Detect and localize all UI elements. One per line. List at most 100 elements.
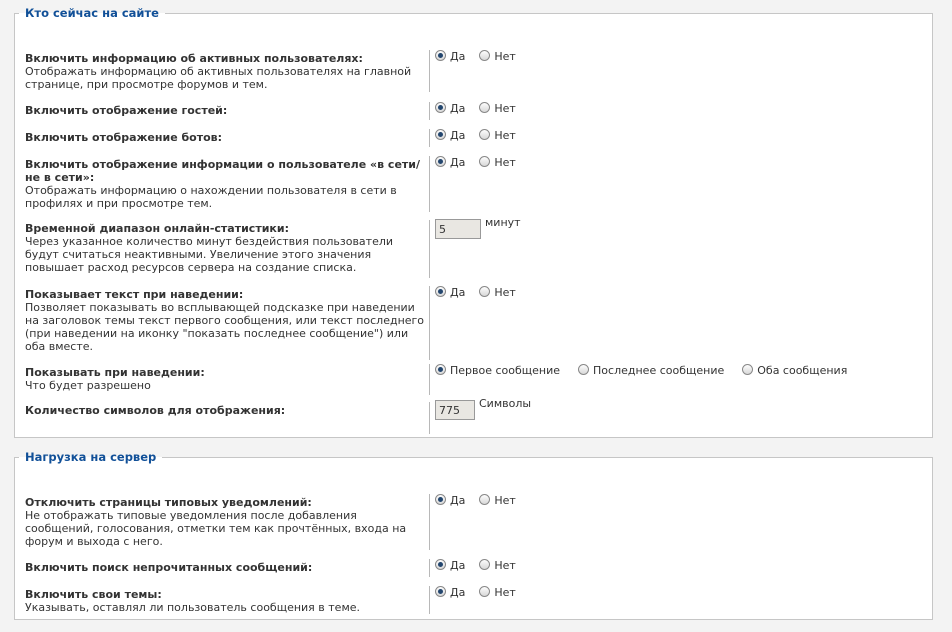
setting-help-text: Не отображать типовые уведомления после … [25, 509, 407, 548]
radio-button[interactable] [435, 494, 446, 505]
radio-option[interactable]: Нет [479, 286, 516, 300]
setting-description: Показывать при наведении: Что будет разре… [25, 366, 425, 392]
radio-button[interactable] [435, 156, 446, 167]
radio-option[interactable]: Да [435, 286, 465, 300]
setting-control: Да Нет [435, 156, 530, 170]
radio-button[interactable] [578, 364, 590, 375]
radio-button[interactable] [435, 586, 446, 597]
radio-option[interactable]: Нет [479, 129, 516, 143]
radio-button[interactable] [479, 50, 491, 61]
radio-option[interactable]: Нет [479, 494, 516, 508]
setting-label: Включить свои темы: [25, 588, 162, 601]
settings-panel: Нагрузка на сервер Отключить страницы тип… [14, 450, 933, 620]
radio-button[interactable] [479, 129, 491, 140]
setting-description: Включить свои темы: Указывать, оставлял л… [25, 588, 425, 614]
setting-description: Количество символов для отображения: [25, 404, 425, 417]
setting-label: Показывает текст при наведении: [25, 288, 244, 301]
radio-option[interactable]: Оба сообщения [742, 364, 847, 378]
radio-button[interactable] [435, 129, 446, 140]
radio-option[interactable]: Нет [479, 102, 516, 116]
panel-title: Кто сейчас на сайте [25, 6, 159, 20]
setting-description: Показывает текст при наведении: Позволяет… [25, 288, 425, 353]
setting-description: Включить отображение гостей: [25, 104, 425, 117]
column-divider [429, 50, 430, 92]
panel-title: Нагрузка на сервер [25, 450, 157, 464]
setting-description: Включить информацию об активных пользова… [25, 52, 425, 91]
radio-option[interactable]: Нет [479, 559, 516, 573]
radio-option[interactable]: Да [435, 156, 465, 170]
radio-option[interactable]: Да [435, 586, 465, 600]
setting-control: 775 Символы [435, 397, 532, 420]
radio-button[interactable] [742, 364, 754, 375]
setting-label: Включить поиск непрочитанных сообщений: [25, 561, 313, 574]
radio-label: Да [450, 50, 466, 63]
setting-control: Да Нет [435, 494, 530, 508]
radio-option[interactable]: Нет [479, 586, 516, 600]
radio-button[interactable] [479, 286, 491, 297]
radio-label: Нет [494, 50, 516, 63]
column-divider [429, 220, 430, 278]
radio-button[interactable] [435, 102, 446, 113]
setting-label: Временной диапазон онлайн-статистики: [25, 222, 289, 235]
column-divider [429, 129, 430, 147]
setting-help-text: Через указанное количество минут бездейс… [25, 235, 394, 274]
setting-control: Да Нет [435, 102, 530, 116]
radio-button[interactable] [479, 494, 491, 505]
radio-button[interactable] [479, 559, 491, 570]
setting-description: Временной диапазон онлайн-статистики: Чер… [25, 222, 425, 274]
radio-option[interactable]: Последнее сообщение [578, 364, 724, 378]
setting-control: Да Нет [435, 50, 530, 64]
radio-button[interactable] [435, 50, 446, 61]
radio-label: Последнее сообщение [593, 364, 725, 377]
setting-description: Включить отображение ботов: [25, 131, 425, 144]
setting-control: Да Нет [435, 286, 530, 300]
setting-control: 5 минут [435, 216, 521, 239]
unit-label: Символы [479, 397, 532, 410]
radio-option[interactable]: Нет [479, 156, 516, 170]
radio-option[interactable]: Нет [479, 50, 516, 64]
column-divider [429, 494, 430, 550]
radio-label: Оба сообщения [757, 364, 848, 377]
setting-help-text: Что будет разрешено [25, 379, 151, 392]
setting-description: Включить отображение информации о пользо… [25, 158, 425, 210]
radio-button[interactable] [479, 586, 491, 597]
setting-label: Отключить страницы типовых уведомлений: [25, 496, 312, 509]
radio-option[interactable]: Первое сообщение [435, 364, 560, 378]
radio-button[interactable] [435, 559, 446, 570]
radio-option[interactable]: Да [435, 494, 465, 508]
radio-button[interactable] [435, 286, 446, 297]
radio-option[interactable]: Да [435, 559, 465, 573]
radio-label: Да [450, 559, 466, 572]
radio-option[interactable]: Да [435, 129, 465, 143]
radio-label: Да [450, 102, 466, 115]
setting-label: Включить отображение информации о пользо… [25, 158, 421, 184]
radio-option[interactable]: Да [435, 50, 465, 64]
setting-help-text: Отображать информацию о нахождении польз… [25, 184, 397, 210]
setting-help-text: Позволяет показывать во всплывающей подс… [25, 301, 425, 353]
settings-panel: Кто сейчас на сайте Включить информацию о… [14, 6, 933, 438]
radio-label: Да [450, 586, 466, 599]
radio-button[interactable] [435, 364, 446, 375]
column-divider [429, 286, 430, 360]
setting-control: Да Нет [435, 129, 530, 143]
column-divider [429, 156, 430, 212]
radio-label: Да [450, 129, 466, 142]
number-input[interactable]: 775 [435, 400, 475, 420]
radio-label: Первое сообщение [450, 364, 561, 377]
radio-label: Да [450, 494, 466, 507]
setting-label: Показывать при наведении: [25, 366, 205, 379]
radio-label: Да [450, 156, 466, 169]
setting-label: Количество символов для отображения: [25, 404, 286, 417]
setting-label: Включить информацию об активных пользова… [25, 52, 363, 65]
radio-button[interactable] [479, 102, 491, 113]
column-divider [429, 586, 430, 614]
setting-description: Включить поиск непрочитанных сообщений: [25, 561, 425, 574]
column-divider [429, 559, 430, 577]
radio-button[interactable] [479, 156, 491, 167]
setting-label: Включить отображение ботов: [25, 131, 223, 144]
setting-help-text: Отображать информацию об активных пользо… [25, 65, 412, 91]
number-input[interactable]: 5 [435, 219, 481, 239]
radio-label: Нет [494, 286, 516, 299]
radio-option[interactable]: Да [435, 102, 465, 116]
radio-label: Нет [494, 102, 516, 115]
